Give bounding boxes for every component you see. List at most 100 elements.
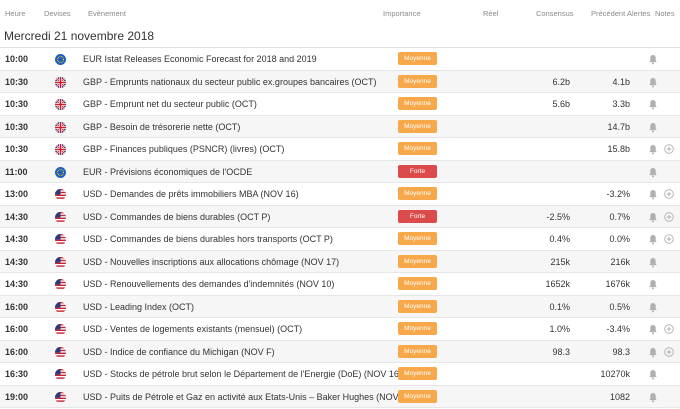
event-title[interactable]: GBP - Emprunt net du secteur public (OCT… [83,93,257,115]
previous-value: 15.8b [607,144,630,154]
event-title[interactable]: USD - Leading Index (OCT) [83,296,194,318]
events-table: 10:00 EUR Istat Releases Economic Forecas… [0,48,680,408]
header-event: Evènement [88,9,126,18]
table-row[interactable]: 10:30 GBP - Emprunts nationaux du secteur… [0,70,680,93]
consensus-value: -2.5% [546,211,570,222]
importance-badge: Moyenne [398,389,437,403]
date-heading: Mercredi 21 novembre 2018 [0,24,680,48]
consensus-value: 0.1% [549,301,570,312]
event-title[interactable]: USD - Nouvelles inscriptions aux allocat… [83,251,339,273]
bell-icon[interactable] [648,54,658,65]
header-time: Heure [5,9,26,18]
bell-icon[interactable] [648,122,658,133]
importance-badge: Moyenne [398,119,437,133]
add-note-icon[interactable] [664,211,674,222]
table-row[interactable]: 16:30 USD - Stocks de pétrole brut selon … [0,363,680,386]
event-title[interactable]: USD - Renouvellements des demandes d'ind… [83,273,334,295]
event-time: 10:30 [5,99,29,109]
previous-value: 10270k [600,369,630,379]
event-title[interactable]: GBP - Besoin de trésorerie nette (OCT) [83,116,240,138]
add-note-icon[interactable] [664,234,674,244]
event-title[interactable]: EUR Istat Releases Economic Forecast for… [83,48,317,70]
table-row[interactable]: 14:30 USD - Renouvellements des demandes … [0,273,680,296]
gb-flag-icon [55,144,66,155]
table-row[interactable]: 14:30 USD - Commandes de biens durables (… [0,205,680,228]
header-currency: Devises [44,9,71,18]
event-title[interactable]: USD - Commandes de biens durables hors t… [83,228,333,250]
event-time: 16:30 [5,369,29,379]
gb-flag-icon [55,121,66,133]
previous-value: 0.7% [609,211,630,222]
add-note-icon[interactable] [664,346,674,357]
header-previous: Précédent [591,9,626,18]
consensus-value: 5.6b [552,99,570,109]
bell-icon[interactable] [648,392,658,403]
add-note-icon[interactable] [664,144,674,154]
event-time: 14:30 [5,234,29,244]
event-title[interactable]: USD - Stocks de pétrole brut selon le Dé… [83,363,402,385]
bell-icon[interactable] [648,77,658,88]
consensus-value: 1.0% [549,324,570,334]
importance-badge: Moyenne [398,344,437,358]
importance-badge: Moyenne [398,74,437,88]
eu-flag-icon [55,166,66,178]
previous-value: 4.1b [612,76,630,87]
event-title[interactable]: GBP - Emprunts nationaux du secteur publ… [83,71,376,93]
event-title[interactable]: USD - Demandes de prêts immobiliers MBA … [83,183,299,205]
header-consensus: Consensus [536,9,574,18]
previous-value: 14.7b [607,121,630,132]
bell-icon[interactable] [648,257,658,268]
table-row[interactable]: 16:00 USD - Ventes de logements existants… [0,318,680,341]
bell-icon[interactable] [648,369,658,380]
bell-icon[interactable] [648,347,658,358]
add-note-icon[interactable] [664,189,674,199]
bell-icon[interactable] [648,189,658,200]
us-flag-icon [55,211,66,223]
bell-icon[interactable] [648,234,658,245]
bell-icon[interactable] [648,144,658,155]
bell-icon[interactable] [648,99,658,110]
table-row[interactable]: 14:30 USD - Commandes de biens durables h… [0,228,680,251]
event-title[interactable]: USD - Commandes de biens durables (OCT P… [83,206,270,228]
table-row[interactable]: 10:30 GBP - Emprunt net du secteur public… [0,93,680,116]
us-flag-icon [55,234,66,245]
importance-badge: Moyenne [398,232,437,245]
table-row[interactable]: 14:30 USD - Nouvelles inscriptions aux al… [0,250,680,273]
table-row[interactable]: 19:00 USD - Puits de Pétrole et Gaz en ac… [0,385,680,408]
event-title[interactable]: EUR - Prévisions économiques de l'OCDE [83,161,252,183]
previous-value: -3.4% [606,324,630,334]
consensus-value: 98.3 [552,346,570,357]
previous-value: 1676k [605,279,630,289]
importance-badge: Moyenne [398,322,437,335]
bell-icon[interactable] [648,324,658,335]
event-title[interactable]: GBP - Finances publiques (PSNCR) (livres… [83,138,284,160]
event-time: 11:00 [5,166,28,177]
us-flag-icon [55,391,66,403]
event-title[interactable]: USD - Indice de confiance du Michigan (N… [83,341,275,363]
bell-icon[interactable] [648,302,658,313]
table-row[interactable]: 16:00 USD - Indice de confiance du Michig… [0,340,680,363]
previous-value: 98.3 [612,346,630,357]
table-row[interactable]: 10:30 GBP - Finances publiques (PSNCR) (l… [0,138,680,161]
us-flag-icon [55,301,66,313]
table-row[interactable]: 13:00 USD - Demandes de prêts immobiliers… [0,183,680,206]
event-title[interactable]: USD - Puits de Pétrole et Gaz en activit… [83,386,414,408]
header-notes: Notes [655,9,675,18]
previous-value: 0.5% [609,301,630,312]
table-row[interactable]: 16:00 USD - Leading Index (OCT) Moyenne 0.1… [0,295,680,318]
event-title[interactable]: USD - Ventes de logements existants (men… [83,318,302,340]
event-time: 10:30 [5,76,29,87]
table-row[interactable]: 11:00 EUR - Prévisions économiques de l'O… [0,160,680,183]
event-time: 10:00 [5,54,29,64]
importance-badge: Forte [398,209,437,223]
table-row[interactable]: 10:30 GBP - Besoin de trésorerie nette (O… [0,115,680,138]
event-time: 14:30 [5,256,29,267]
bell-icon[interactable] [648,279,658,290]
add-note-icon[interactable] [664,324,674,334]
importance-badge: Moyenne [398,142,437,155]
bell-icon[interactable] [648,167,658,178]
importance-badge: Moyenne [398,187,437,200]
table-header: Heure Devises Evènement Importance Réel … [0,0,680,24]
bell-icon[interactable] [648,212,658,223]
table-row[interactable]: 10:00 EUR Istat Releases Economic Forecas… [0,48,680,71]
